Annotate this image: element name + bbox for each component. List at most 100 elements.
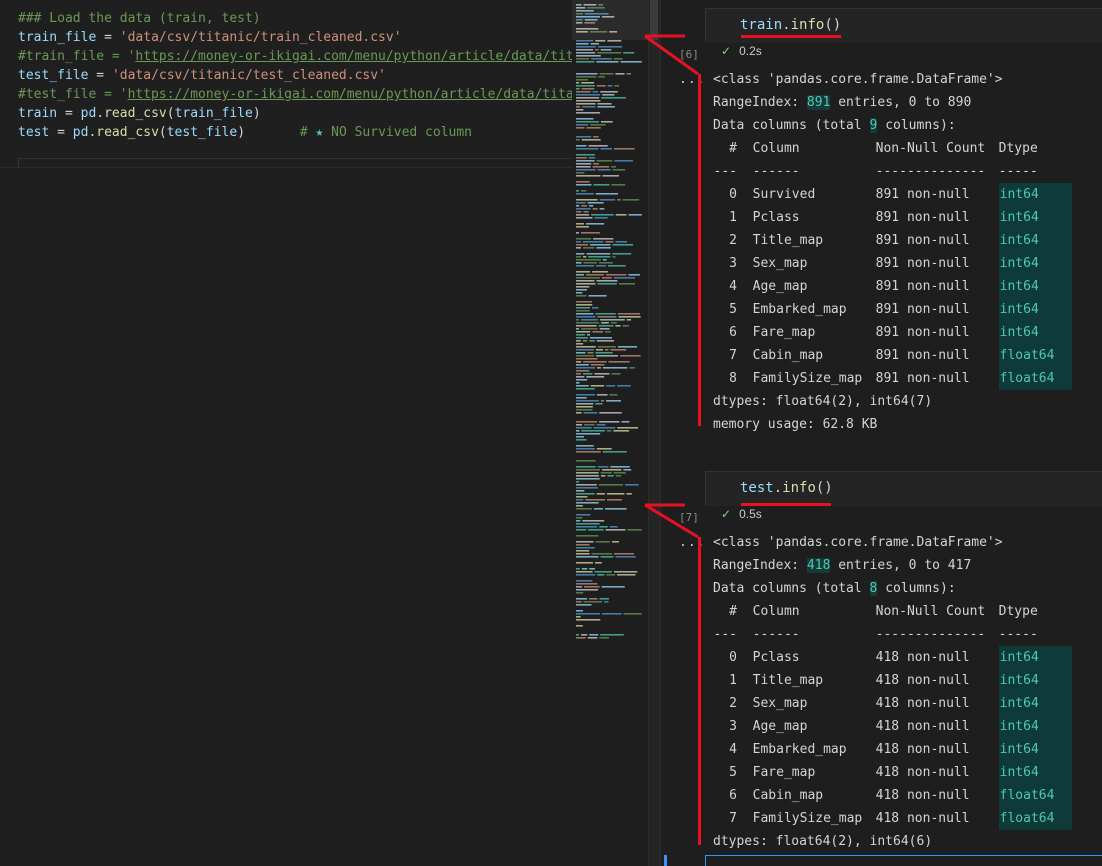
- cell-non-null: 891 non-null: [875, 348, 970, 363]
- minimap-line: [590, 43, 599, 45]
- cell-non-null: 418 non-null: [875, 765, 970, 780]
- minimap-line: [589, 634, 599, 636]
- minimap-line: [608, 361, 630, 363]
- minimap-line: [593, 238, 614, 240]
- next-cell-input[interactable]: [705, 855, 1102, 866]
- minimap-line: [599, 328, 610, 330]
- minimap-line: [593, 184, 610, 186]
- minimap-line: [576, 460, 596, 462]
- code-line[interactable]: #test_file = 'https://money-or-ikigai.co…: [18, 85, 572, 104]
- minimap-line: [576, 46, 596, 48]
- minimap-line: [582, 106, 596, 108]
- minimap-line: [596, 85, 606, 87]
- minimap-line: [576, 199, 598, 201]
- range-count: 891: [806, 95, 831, 110]
- memory-line: memory usage: 62.8 KB: [713, 417, 878, 432]
- minimap-viewport[interactable]: [572, 0, 648, 40]
- minimap-line: [576, 439, 587, 441]
- minimap-line: [595, 313, 616, 315]
- minimap-line: [623, 469, 632, 471]
- minimap-line: [576, 382, 580, 384]
- minimap-line: [596, 265, 606, 267]
- minimap-line: [626, 73, 631, 75]
- code-token: #train_file = ': [18, 49, 136, 64]
- code-line[interactable]: ### Load the data (train, test): [18, 9, 572, 28]
- minimap-line: [576, 475, 599, 477]
- minimap-line: [576, 241, 581, 243]
- minimap-line: [576, 388, 595, 390]
- table-row: 1 Pclass 891 non-null int64: [713, 206, 1072, 229]
- code-line[interactable]: test = pd.read_csv(test_file) # ★ NO Sur…: [18, 123, 572, 142]
- cell-non-null: 891 non-null: [875, 210, 970, 225]
- code-editor-pane[interactable]: ### Load the data (train, test) train_fil…: [0, 0, 572, 866]
- cell-non-null: 891 non-null: [875, 279, 970, 294]
- output-menu-button[interactable]: ...: [679, 72, 705, 87]
- minimap-line: [599, 421, 620, 423]
- cell-index: 7: [729, 811, 737, 826]
- minimap-line: [576, 157, 587, 159]
- minimap-line: [614, 553, 634, 555]
- code-token: ): [237, 125, 300, 140]
- code-line[interactable]: #train_file = 'https://money-or-ikigai.c…: [18, 47, 572, 66]
- cell-code[interactable]: train.info(): [740, 17, 841, 33]
- class-line: <class 'pandas.core.frame.DataFrame'>: [713, 535, 1003, 550]
- minimap-line: [576, 529, 587, 531]
- minimap-line: [576, 403, 594, 405]
- code-line[interactable]: test_file = 'data/csv/titanic/test_clean…: [18, 66, 572, 85]
- minimap-line: [595, 193, 618, 195]
- minimap-line: [576, 244, 589, 246]
- minimap-line: [576, 49, 594, 51]
- minimap-line: [607, 265, 626, 267]
- minimap-line: [576, 76, 597, 78]
- minimap[interactable]: [572, 0, 648, 866]
- minimap-line: [581, 82, 595, 84]
- minimap-line: [600, 91, 618, 93]
- code-lines[interactable]: ### Load the data (train, test) train_fil…: [18, 9, 572, 142]
- minimap-line: [576, 325, 597, 327]
- minimap-line: [598, 76, 606, 78]
- minimap-line: [582, 241, 604, 243]
- cell-code[interactable]: test.info(): [740, 480, 833, 496]
- minimap-line: [576, 55, 601, 57]
- range-suffix: entries, 0 to 417: [830, 558, 972, 573]
- code-cell[interactable]: ### Load the data (train, test) train_fil…: [0, 3, 572, 167]
- cell-dtype: float64: [998, 367, 1072, 390]
- minimap-line: [576, 634, 580, 636]
- scrollbar-thumb[interactable]: [650, 0, 658, 40]
- minimap-line: [576, 472, 599, 474]
- output-text: <class 'pandas.core.frame.DataFrame'> Ran…: [713, 531, 1072, 853]
- output-menu-button[interactable]: ...: [679, 535, 705, 550]
- output-pane[interactable]: train.info() [6] ✓ 0.2s... <class 'pandas.co…: [660, 0, 1102, 866]
- minimap-line: [576, 544, 590, 546]
- minimap-line: [576, 166, 591, 168]
- cell-dtype: float64: [998, 807, 1072, 830]
- minimap-line: [606, 493, 625, 495]
- minimap-line: [585, 223, 605, 225]
- minimap-line: [576, 109, 584, 111]
- cell-column: Age_map: [752, 279, 808, 294]
- minimap-line: [596, 448, 612, 450]
- code-line[interactable]: train_file = 'data/csv/titanic/train_cle…: [18, 28, 572, 47]
- minimap-line: [576, 448, 595, 450]
- code-token: read_csv: [96, 125, 159, 140]
- minimap-line: [611, 184, 626, 186]
- cell-non-null: Non-Null Count: [875, 141, 986, 156]
- table-row: 6 Cabin_map 418 non-null float64: [713, 784, 1072, 807]
- minimap-line: [595, 541, 610, 543]
- minimap-line: [576, 124, 589, 126]
- cell-non-null: 891 non-null: [875, 233, 970, 248]
- code-token: =: [49, 125, 73, 140]
- minimap-line: [583, 256, 587, 258]
- code-cell-header[interactable]: test.info(): [705, 471, 1102, 506]
- minimap-line: [576, 541, 594, 543]
- minimap-line: [576, 505, 583, 507]
- code-dot: .: [782, 17, 791, 33]
- cell-dtype: int64: [998, 715, 1072, 738]
- cell-index: 4: [729, 742, 737, 757]
- minimap-line: [600, 49, 612, 51]
- minimap-line: [620, 61, 642, 63]
- minimap-line: [576, 247, 582, 249]
- minimap-line: [576, 295, 587, 297]
- code-line[interactable]: train = pd.read_csv(train_file): [18, 104, 572, 123]
- cell-dtype: int64: [998, 669, 1072, 692]
